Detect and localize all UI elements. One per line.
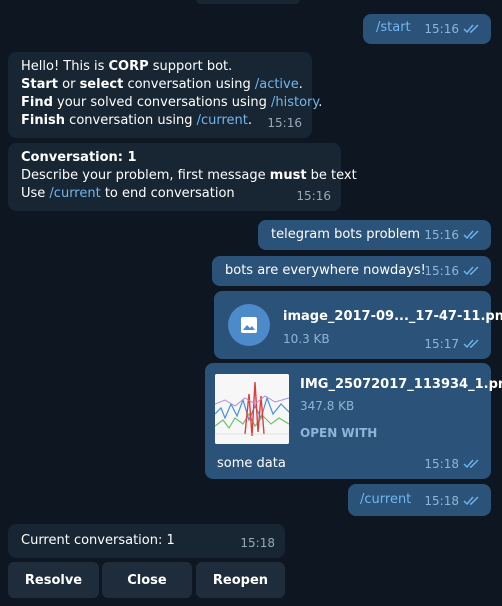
message-time: 15:16 [296,189,331,203]
message-current-conversation[interactable]: Current conversation: 1 15:18 [8,524,285,558]
message-time: 15:17 [424,337,459,351]
text-segment: be text [306,168,357,183]
message-meta: 15:16 [296,187,331,205]
message-meta: 15:17 [424,335,481,353]
message-meta: 15:18 [424,455,481,473]
text-segment: support bot. [148,59,233,74]
open-with-link[interactable]: OPEN WITH [300,424,377,442]
chart-thumbnail-icon [215,374,289,444]
text-segment: . [247,113,252,128]
message-time: 15:18 [240,536,275,550]
text-segment: Hello! This is [21,59,109,74]
message-text: /start [376,20,411,35]
command-link-current[interactable]: /current [197,113,248,128]
welcome-line-2: Start or select conversation using /acti… [21,76,322,94]
double-check-icon [463,230,479,240]
message-time: 15:16 [424,264,459,278]
double-check-icon [463,24,479,34]
resolve-button[interactable]: Resolve [8,562,99,598]
text-segment: your solved conversations using [52,95,271,110]
message-meta: 15:16 [424,20,481,38]
image-thumbnail[interactable] [215,374,289,444]
double-check-icon [463,459,479,469]
message-conversation[interactable]: Conversation: 1 Describe your problem, f… [8,143,357,211]
image-icon [241,317,257,333]
message-time: 15:16 [424,228,459,242]
bold-segment: Start [21,77,58,92]
file-name[interactable]: image_2017-09..._17-47-11.png [283,308,502,326]
close-button[interactable]: Close [102,562,192,598]
message-time: 15:16 [267,116,302,130]
reopen-button[interactable]: Reopen [196,562,285,598]
double-check-icon [463,266,479,276]
text-segment: conversation using [123,77,255,92]
double-check-icon [463,496,479,506]
bold-segment: must [269,168,307,183]
message-time: 15:16 [424,22,459,36]
text-segment: conversation using [65,113,197,128]
message-meta: 15:18 [424,492,481,510]
text-segment: to end conversation [100,186,235,201]
file-name[interactable]: IMG_25072017_113934_1.png [300,376,502,394]
message-time: 15:18 [424,457,459,471]
bold-segment: Finish [21,113,66,128]
file-caption: some data [217,456,286,471]
message-current[interactable]: /current 15:18 [348,484,491,516]
double-check-icon [463,339,479,349]
message-text: /current [360,492,412,507]
conversation-line-2: Describe your problem, first message mus… [21,167,357,185]
message-meta: 15:16 [267,114,302,132]
conversation-title: Conversation: 1 [21,150,137,165]
file-size: 10.3 KB [283,332,330,346]
bold-segment: Find [21,95,53,110]
message-meta: 15:16 [424,226,481,244]
message-welcome[interactable]: Hello! This is CORP support bot. Start o… [8,52,322,138]
message-text: Current conversation: 1 [21,533,175,548]
command-link-current[interactable]: /current [49,186,100,201]
message-start[interactable]: /start 15:16 [363,14,491,44]
text-segment: or [57,77,80,92]
message-file-image[interactable]: image_2017-09..._17-47-11.png 10.3 KB 15… [214,291,502,359]
message-time: 15:18 [424,494,459,508]
text-segment: Use [21,186,50,201]
command-link-active[interactable]: /active [255,77,299,92]
message-bots-everywhere[interactable]: bots are everywhere nowdays! 15:16 [212,256,491,286]
bold-segment: select [79,77,124,92]
file-size: 347.8 KB [300,399,355,413]
text-segment: . [318,95,323,110]
chat-area: /start 15:16 Hello! This is CORP support… [0,0,502,606]
command-link-history[interactable]: /history [271,95,318,110]
message-meta: 15:18 [240,534,275,552]
message-text: bots are everywhere nowdays! [225,263,426,278]
bold-segment: CORP [108,59,149,74]
message-file-thumbnail[interactable]: IMG_25072017_113934_1.png 347.8 KB OPEN … [205,363,502,479]
previous-message-stub [196,0,300,4]
text-segment: . [298,77,303,92]
message-text: telegram bots problem [271,227,421,242]
message-telegram-bots[interactable]: telegram bots problem 15:16 [258,220,491,250]
image-file-button[interactable] [228,304,270,346]
welcome-line-1: Hello! This is CORP support bot. [21,58,322,76]
text-segment: Describe your problem, first message [21,168,270,183]
welcome-line-3: Find your solved conversations using /hi… [21,94,322,112]
message-meta: 15:16 [424,262,481,280]
